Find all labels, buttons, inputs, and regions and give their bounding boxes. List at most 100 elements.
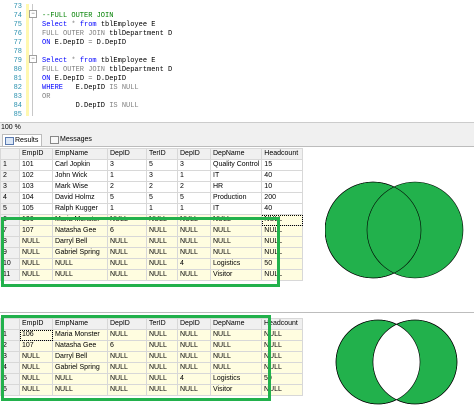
table-cell[interactable]: 1 (107, 170, 147, 182)
column-header[interactable]: EmpID (19, 148, 53, 160)
code-line[interactable]: OR (42, 93, 50, 102)
table-cell[interactable]: Ralph Kugger (52, 203, 108, 215)
collapse-icon[interactable]: − (29, 10, 37, 18)
grid-corner[interactable] (0, 148, 20, 160)
line-number: 82 (13, 84, 22, 92)
table-cell[interactable]: 101 (19, 159, 53, 171)
tab-results-label: Results (15, 137, 39, 144)
table-cell[interactable]: 3 (146, 170, 178, 182)
table-cell[interactable]: 5 (146, 192, 178, 204)
code-line[interactable]: FULL OUTER JOIN tblDepartment D (42, 30, 172, 39)
code-token: Select (42, 57, 72, 65)
code-token: = (88, 39, 97, 47)
table-cell[interactable]: IT (209, 170, 263, 182)
venn-outer-excluding-inner (335, 319, 458, 405)
table-cell[interactable]: John Wick (52, 170, 108, 182)
code-token: tblDepartment D (109, 66, 173, 74)
table-cell[interactable]: 1 (177, 170, 211, 182)
table-row[interactable]: 3 103 Mark Wise 2 2 2 HR 10 (0, 181, 304, 193)
editor-status-bar: 100 % (0, 122, 474, 133)
table-cell[interactable]: 104 (19, 192, 53, 204)
table-row[interactable]: 5 105 Ralph Kugger 1 1 1 IT 40 (0, 203, 304, 215)
table-cell[interactable]: 5 (177, 192, 211, 204)
row-number[interactable]: 2 (0, 170, 20, 182)
table-cell[interactable]: 1 (177, 203, 211, 215)
code-line[interactable]: ON E.DepID = D.DepID (42, 75, 126, 84)
table-cell[interactable]: 3 (177, 159, 211, 171)
line-number: 81 (13, 75, 22, 83)
table-cell[interactable]: Production (209, 192, 263, 204)
column-header[interactable]: Headcount (261, 148, 304, 160)
table-cell[interactable]: 5 (146, 159, 178, 171)
table-cell[interactable]: Mark Wise (52, 181, 108, 193)
row-number[interactable]: 3 (0, 181, 20, 193)
column-header[interactable]: DepID (107, 148, 147, 160)
table-cell[interactable]: 1 (146, 203, 178, 215)
table-cell[interactable]: 3 (107, 159, 147, 171)
row-number[interactable]: 1 (0, 159, 20, 171)
table-cell[interactable]: 40 (261, 170, 304, 182)
line-number: 76 (13, 30, 22, 38)
table-cell[interactable]: 40 (261, 203, 304, 215)
table-cell[interactable]: HR (209, 181, 263, 193)
code-line[interactable]: WHERE E.DepID IS NULL (42, 84, 139, 93)
tab-results[interactable]: Results (2, 134, 43, 146)
code-line[interactable]: D.DepID IS NULL (42, 102, 139, 111)
line-number: 80 (13, 66, 22, 74)
table-cell[interactable]: 2 (177, 181, 211, 193)
table-cell[interactable]: David Holmz (52, 192, 108, 204)
code-token: WHERE (42, 84, 76, 92)
table-cell[interactable]: 2 (146, 181, 178, 193)
line-number: 77 (13, 39, 22, 47)
line-number: 73 (13, 3, 22, 11)
table-cell[interactable]: 102 (19, 170, 53, 182)
code-line[interactable]: Select * from tblEmployee E (42, 21, 155, 30)
grid-header-row: EmpID EmpName DepID TerID DepID DepName Headco… (0, 148, 304, 160)
column-header[interactable]: DepName (209, 148, 263, 160)
column-header[interactable]: EmpName (52, 148, 108, 160)
table-cell[interactable]: 105 (19, 203, 53, 215)
row-number[interactable]: 5 (0, 203, 20, 215)
code-token: * (71, 21, 80, 29)
table-row[interactable]: 1 101 Carl Jopkin 3 5 3 Quality Control 15 (0, 159, 304, 171)
code-token: = (88, 75, 97, 83)
table-row[interactable]: 2 102 John Wick 1 3 1 IT 40 (0, 170, 304, 182)
code-token: tblEmployee E (100, 21, 156, 29)
table-cell[interactable]: Quality Control (209, 159, 263, 171)
table-cell[interactable]: 103 (19, 181, 53, 193)
code-line[interactable]: --FULL OUTER JOIN (42, 12, 113, 21)
code-token: tblEmployee E (100, 57, 156, 65)
code-token: * (71, 57, 80, 65)
zoom-level[interactable]: 100 % (0, 123, 21, 133)
line-number: 83 (13, 93, 22, 101)
pane-separator (0, 312, 474, 313)
table-cell[interactable]: Carl Jopkin (52, 159, 108, 171)
code-token: --FULL OUTER JOIN (42, 12, 114, 20)
code-line[interactable]: ON E.DepID = D.DepID (42, 39, 126, 48)
sql-editor[interactable]: 73 74 75 76 77 78 79 80 81 82 83 84 85 − − --FULL OU… (0, 0, 474, 122)
collapse-icon[interactable]: − (29, 55, 37, 63)
code-token: Select (42, 21, 72, 29)
code-line[interactable]: FULL OUTER JOIN tblDepartment D (42, 66, 172, 75)
column-header[interactable]: TerID (146, 148, 178, 160)
code-token: OR (42, 93, 51, 101)
table-cell[interactable]: 15 (261, 159, 304, 171)
tab-messages[interactable]: Messages (48, 134, 95, 145)
table-cell[interactable]: 2 (107, 181, 147, 193)
code-token: D.DepID (42, 102, 110, 110)
row-number[interactable]: 4 (0, 192, 20, 204)
line-number: 84 (13, 102, 22, 110)
table-row[interactable]: 4 104 David Holmz 5 5 5 Production 200 (0, 192, 304, 204)
code-token: FULL OUTER JOIN (42, 66, 110, 74)
code-token: IS NULL (109, 102, 139, 110)
column-header[interactable]: DepID (177, 148, 211, 160)
table-cell[interactable]: IT (209, 203, 263, 215)
code-line[interactable]: Select * from tblEmployee E (42, 57, 155, 66)
code-token: FULL OUTER JOIN (42, 30, 110, 38)
table-cell[interactable]: 5 (107, 192, 147, 204)
table-cell[interactable]: 10 (261, 181, 304, 193)
table-cell[interactable]: 200 (261, 192, 304, 204)
table-cell[interactable]: 1 (107, 203, 147, 215)
tab-messages-label: Messages (60, 136, 92, 143)
code-token: from (79, 57, 101, 65)
